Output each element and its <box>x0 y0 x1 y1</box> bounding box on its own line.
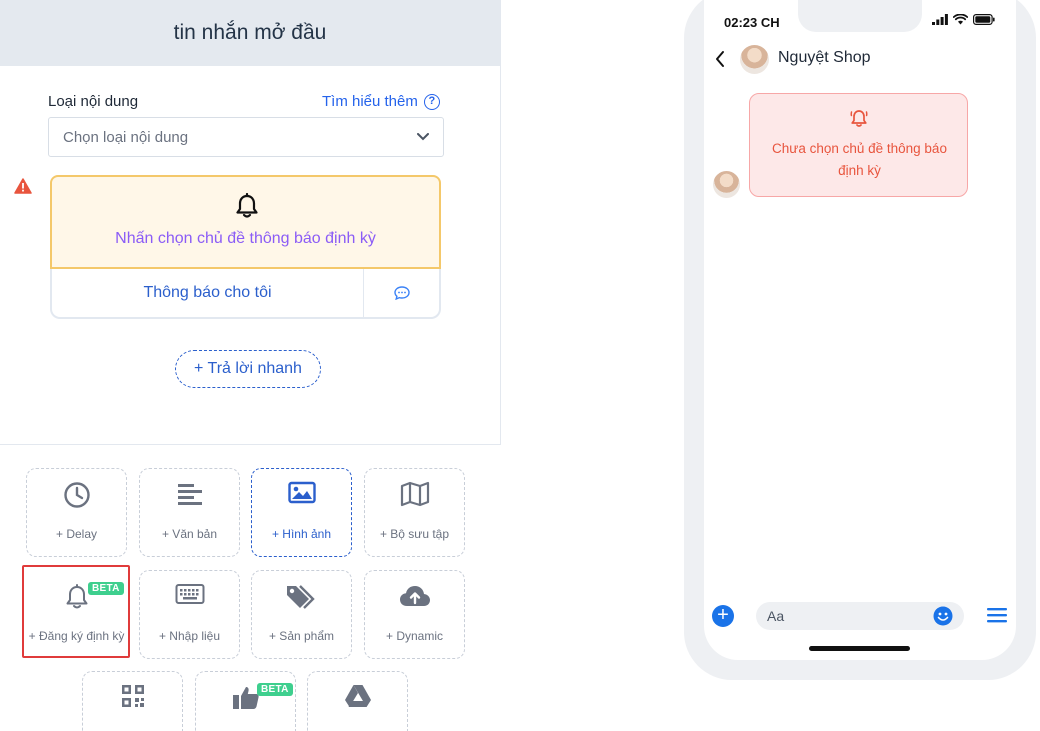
tile-product[interactable]: + Sản phẩm <box>251 570 352 659</box>
chevron-down-icon <box>417 133 429 141</box>
selection-highlight <box>22 565 130 658</box>
qr-code-icon <box>121 685 144 707</box>
thumbs-up-icon <box>232 687 259 709</box>
tile-google-drive[interactable] <box>307 671 408 731</box>
keyboard-icon <box>175 584 204 604</box>
tile-label: + Văn bản <box>161 527 218 541</box>
clock-icon <box>63 482 90 508</box>
editor-title: tin nhắn mở đầu <box>173 21 327 44</box>
warning-icon <box>14 178 32 194</box>
text-lines-icon <box>177 484 202 505</box>
bubble-text: Chưa chọn chủ đề thông báo định kỳ <box>772 141 947 178</box>
emoji-icon[interactable] <box>933 606 953 626</box>
add-icon[interactable]: + <box>712 605 734 627</box>
home-indicator <box>809 646 910 651</box>
help-icon: ? <box>423 93 440 110</box>
learn-more-link[interactable]: Tìm hiểu thêm ? <box>322 93 440 110</box>
tile-gallery[interactable]: + Bộ sưu tập <box>364 468 465 557</box>
tile-text[interactable]: + Văn bản <box>139 468 240 557</box>
phone-notch <box>798 0 922 32</box>
quick-reply-button[interactable]: + Trả lời nhanh <box>175 350 321 388</box>
bubble-avatar <box>713 171 740 198</box>
tile-image[interactable]: + Hình ảnh <box>251 468 352 557</box>
status-time: 02:23 CH <box>724 15 780 30</box>
message-input-placeholder: Aa <box>767 608 785 624</box>
tile-label: + Hình ảnh <box>271 527 332 541</box>
message-bubble: Chưa chọn chủ đề thông báo định kỳ <box>749 93 968 197</box>
content-type-placeholder: Chọn loại nội dung <box>63 128 189 146</box>
map-icon <box>400 481 429 507</box>
topic-prompt: Nhấn chọn chủ đề thông báo định kỳ <box>115 230 376 247</box>
tile-label: + Dynamic <box>385 629 444 643</box>
learn-more-text: Tìm hiểu thêm <box>322 93 418 110</box>
wifi-icon <box>953 14 968 25</box>
tile-label: + Nhập liệu <box>158 629 221 643</box>
back-arrow-icon[interactable] <box>714 50 726 68</box>
tile-dynamic[interactable]: + Dynamic <box>364 570 465 659</box>
beta-badge: BETA <box>257 683 293 696</box>
menu-icon[interactable] <box>987 607 1007 623</box>
chat-bubble-icon[interactable] <box>364 269 439 317</box>
notify-button-row: Thông báo cho tôi <box>50 269 441 319</box>
image-icon <box>287 481 316 504</box>
content-type-label: Loại nội dung <box>48 93 139 110</box>
google-drive-icon <box>344 685 371 707</box>
message-editor-panel: tin nhắn mở đầu Loại nội dung Tìm hiểu t… <box>0 0 501 445</box>
tile-delay[interactable]: + Delay <box>26 468 127 557</box>
bell-alert-icon <box>850 110 868 127</box>
signal-icon <box>932 14 948 25</box>
shop-name: Nguyệt Shop <box>778 49 871 66</box>
tile-label: + Sản phẩm <box>268 629 335 643</box>
bell-icon <box>236 193 258 218</box>
cloud-upload-icon <box>399 586 430 606</box>
content-type-select[interactable]: Chọn loại nội dung <box>48 117 444 157</box>
tile-like[interactable]: BETA <box>195 671 296 731</box>
tile-label: + Bộ sưu tập <box>379 527 450 541</box>
tile-qr-code[interactable] <box>82 671 183 731</box>
battery-icon <box>973 14 995 25</box>
editor-header: tin nhắn mở đầu <box>0 0 500 66</box>
topic-selector[interactable]: Nhấn chọn chủ đề thông báo định kỳ <box>50 175 441 269</box>
notify-me-button[interactable]: Thông báo cho tôi <box>52 269 364 317</box>
tile-input[interactable]: + Nhập liệu <box>139 570 240 659</box>
tags-icon <box>286 585 315 609</box>
avatar <box>740 45 769 74</box>
tile-label: + Delay <box>55 527 98 541</box>
status-icons <box>932 14 995 25</box>
